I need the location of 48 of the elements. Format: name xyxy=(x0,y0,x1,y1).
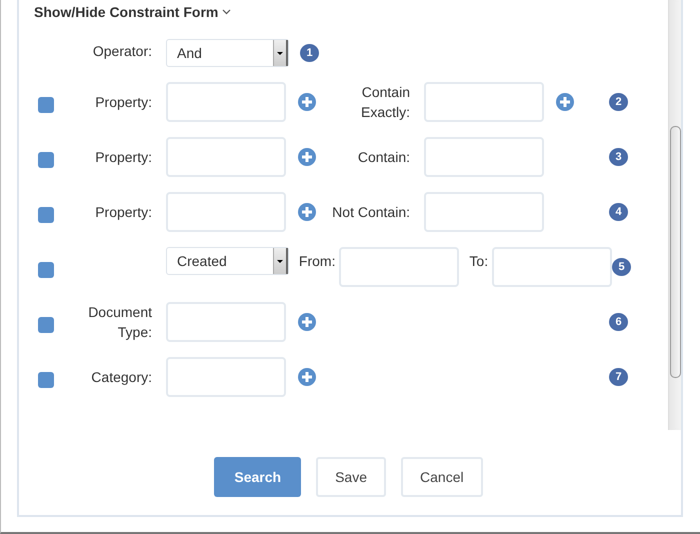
input-field[interactable] xyxy=(166,137,286,177)
field-label: Property: xyxy=(95,148,152,167)
step-badge: 4 xyxy=(609,203,628,221)
dropdown[interactable]: And xyxy=(166,39,289,67)
add-icon[interactable] xyxy=(298,203,316,221)
field-label: From: xyxy=(298,253,336,269)
add-icon[interactable] xyxy=(298,313,316,331)
checkbox[interactable] xyxy=(38,97,54,113)
field-label: Not Contain: xyxy=(332,203,410,222)
step-badge: 1 xyxy=(300,44,319,62)
field-label: Contain Exactly: xyxy=(360,83,410,122)
input-field[interactable] xyxy=(166,82,286,122)
checkbox[interactable] xyxy=(38,317,54,333)
input-field[interactable] xyxy=(492,247,612,287)
form-title[interactable]: Show/Hide Constraint Form xyxy=(34,4,218,20)
checkbox[interactable] xyxy=(38,372,54,388)
field-label: Property: xyxy=(95,203,152,222)
step-badge: 5 xyxy=(612,258,631,276)
checkbox[interactable] xyxy=(38,152,54,168)
field-label: Contain: xyxy=(358,148,410,167)
step-badge: 2 xyxy=(609,93,628,111)
scrollbar[interactable] xyxy=(668,0,681,430)
input-field[interactable] xyxy=(166,357,286,397)
add-icon[interactable] xyxy=(298,93,316,111)
step-badge: 7 xyxy=(609,368,628,386)
input-field[interactable] xyxy=(339,247,460,287)
input-field[interactable] xyxy=(424,192,544,232)
input-field[interactable] xyxy=(166,192,286,232)
step-badge: 6 xyxy=(609,313,628,331)
add-icon[interactable] xyxy=(298,368,316,386)
field-label: Operator: xyxy=(92,42,152,61)
chevron-down-icon xyxy=(222,9,232,15)
checkbox[interactable] xyxy=(38,207,54,223)
add-icon[interactable] xyxy=(556,93,574,111)
form-button[interactable]: Save xyxy=(316,457,386,497)
scrollbar-thumb[interactable] xyxy=(670,126,681,378)
input-field[interactable] xyxy=(166,302,286,342)
field-label: Category: xyxy=(91,368,152,387)
add-icon[interactable] xyxy=(298,148,316,166)
step-badge: 3 xyxy=(609,148,628,166)
dropdown[interactable]: Created xyxy=(166,247,289,275)
field-label: To: xyxy=(469,253,488,269)
input-field[interactable] xyxy=(424,82,544,122)
field-label: Document Type: xyxy=(87,303,152,342)
checkbox[interactable] xyxy=(38,262,54,278)
field-label: Property: xyxy=(95,93,152,112)
form-button[interactable]: Cancel xyxy=(401,457,483,497)
input-field[interactable] xyxy=(424,137,544,177)
